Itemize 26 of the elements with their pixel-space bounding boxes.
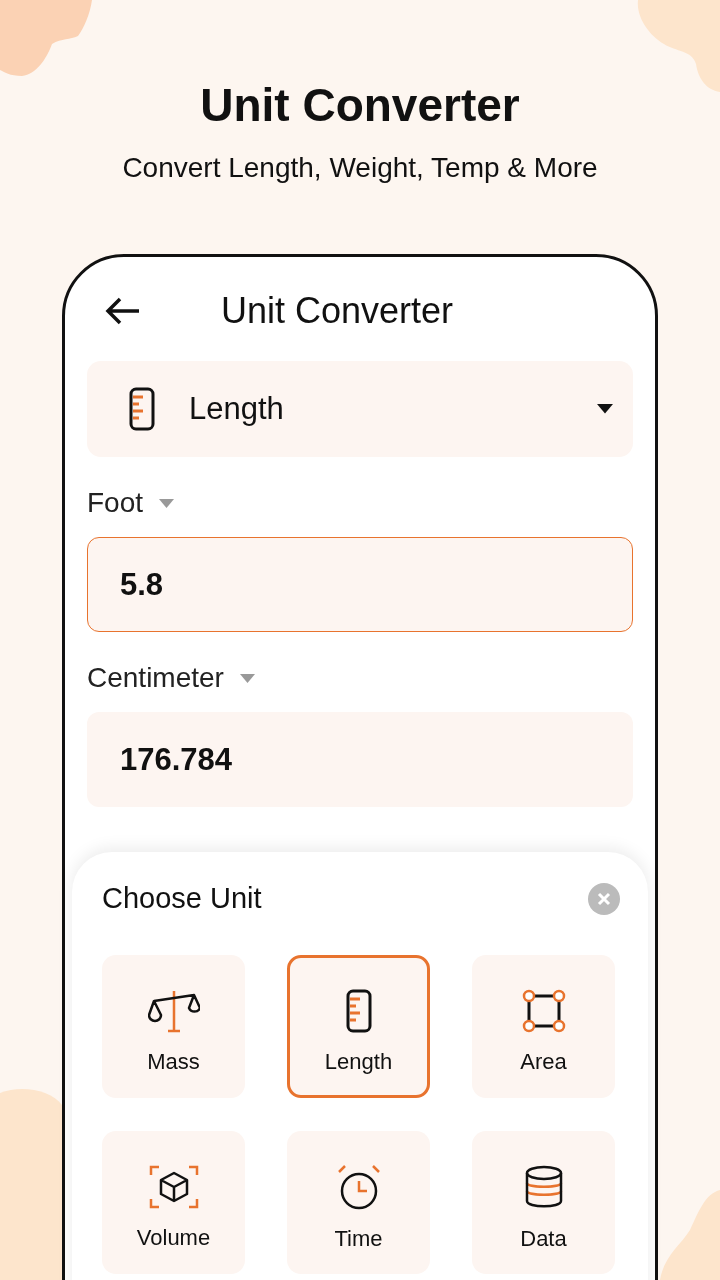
unit-tile[interactable]: Area [472, 955, 615, 1098]
category-dropdown[interactable]: Length [87, 361, 633, 457]
promo-subtitle: Convert Length, Weight, Temp & More [122, 152, 598, 184]
caret-icon [159, 498, 175, 508]
square-icon [521, 988, 566, 1033]
unit-tile[interactable]: Data [472, 1131, 615, 1274]
unit-tile[interactable]: Mass [102, 955, 245, 1098]
back-arrow-icon [105, 297, 141, 325]
dropdown-caret-icon [597, 404, 613, 414]
app-title: Unit Converter [221, 290, 454, 332]
sheet-title: Choose Unit [102, 882, 262, 915]
ruler-icon [129, 387, 155, 431]
cube-icon [148, 1164, 199, 1209]
result-field[interactable]: 176.784 [87, 712, 633, 807]
unit-dropdown[interactable]: Centimeter [87, 662, 255, 694]
unit-tile[interactable]: Volume [102, 1131, 245, 1274]
ruler-icon [345, 988, 372, 1033]
caret-icon [239, 673, 255, 683]
database-icon [523, 1163, 564, 1210]
unit-tile[interactable]: Time [287, 1131, 430, 1274]
close-icon [597, 891, 611, 906]
promo-title: Unit Converter [200, 78, 520, 132]
unit-dropdown[interactable]: Foot [87, 487, 175, 519]
input-field[interactable]: 5.8 [87, 537, 633, 632]
unit-tile[interactable]: Length [287, 955, 430, 1098]
scale-icon [147, 988, 200, 1033]
